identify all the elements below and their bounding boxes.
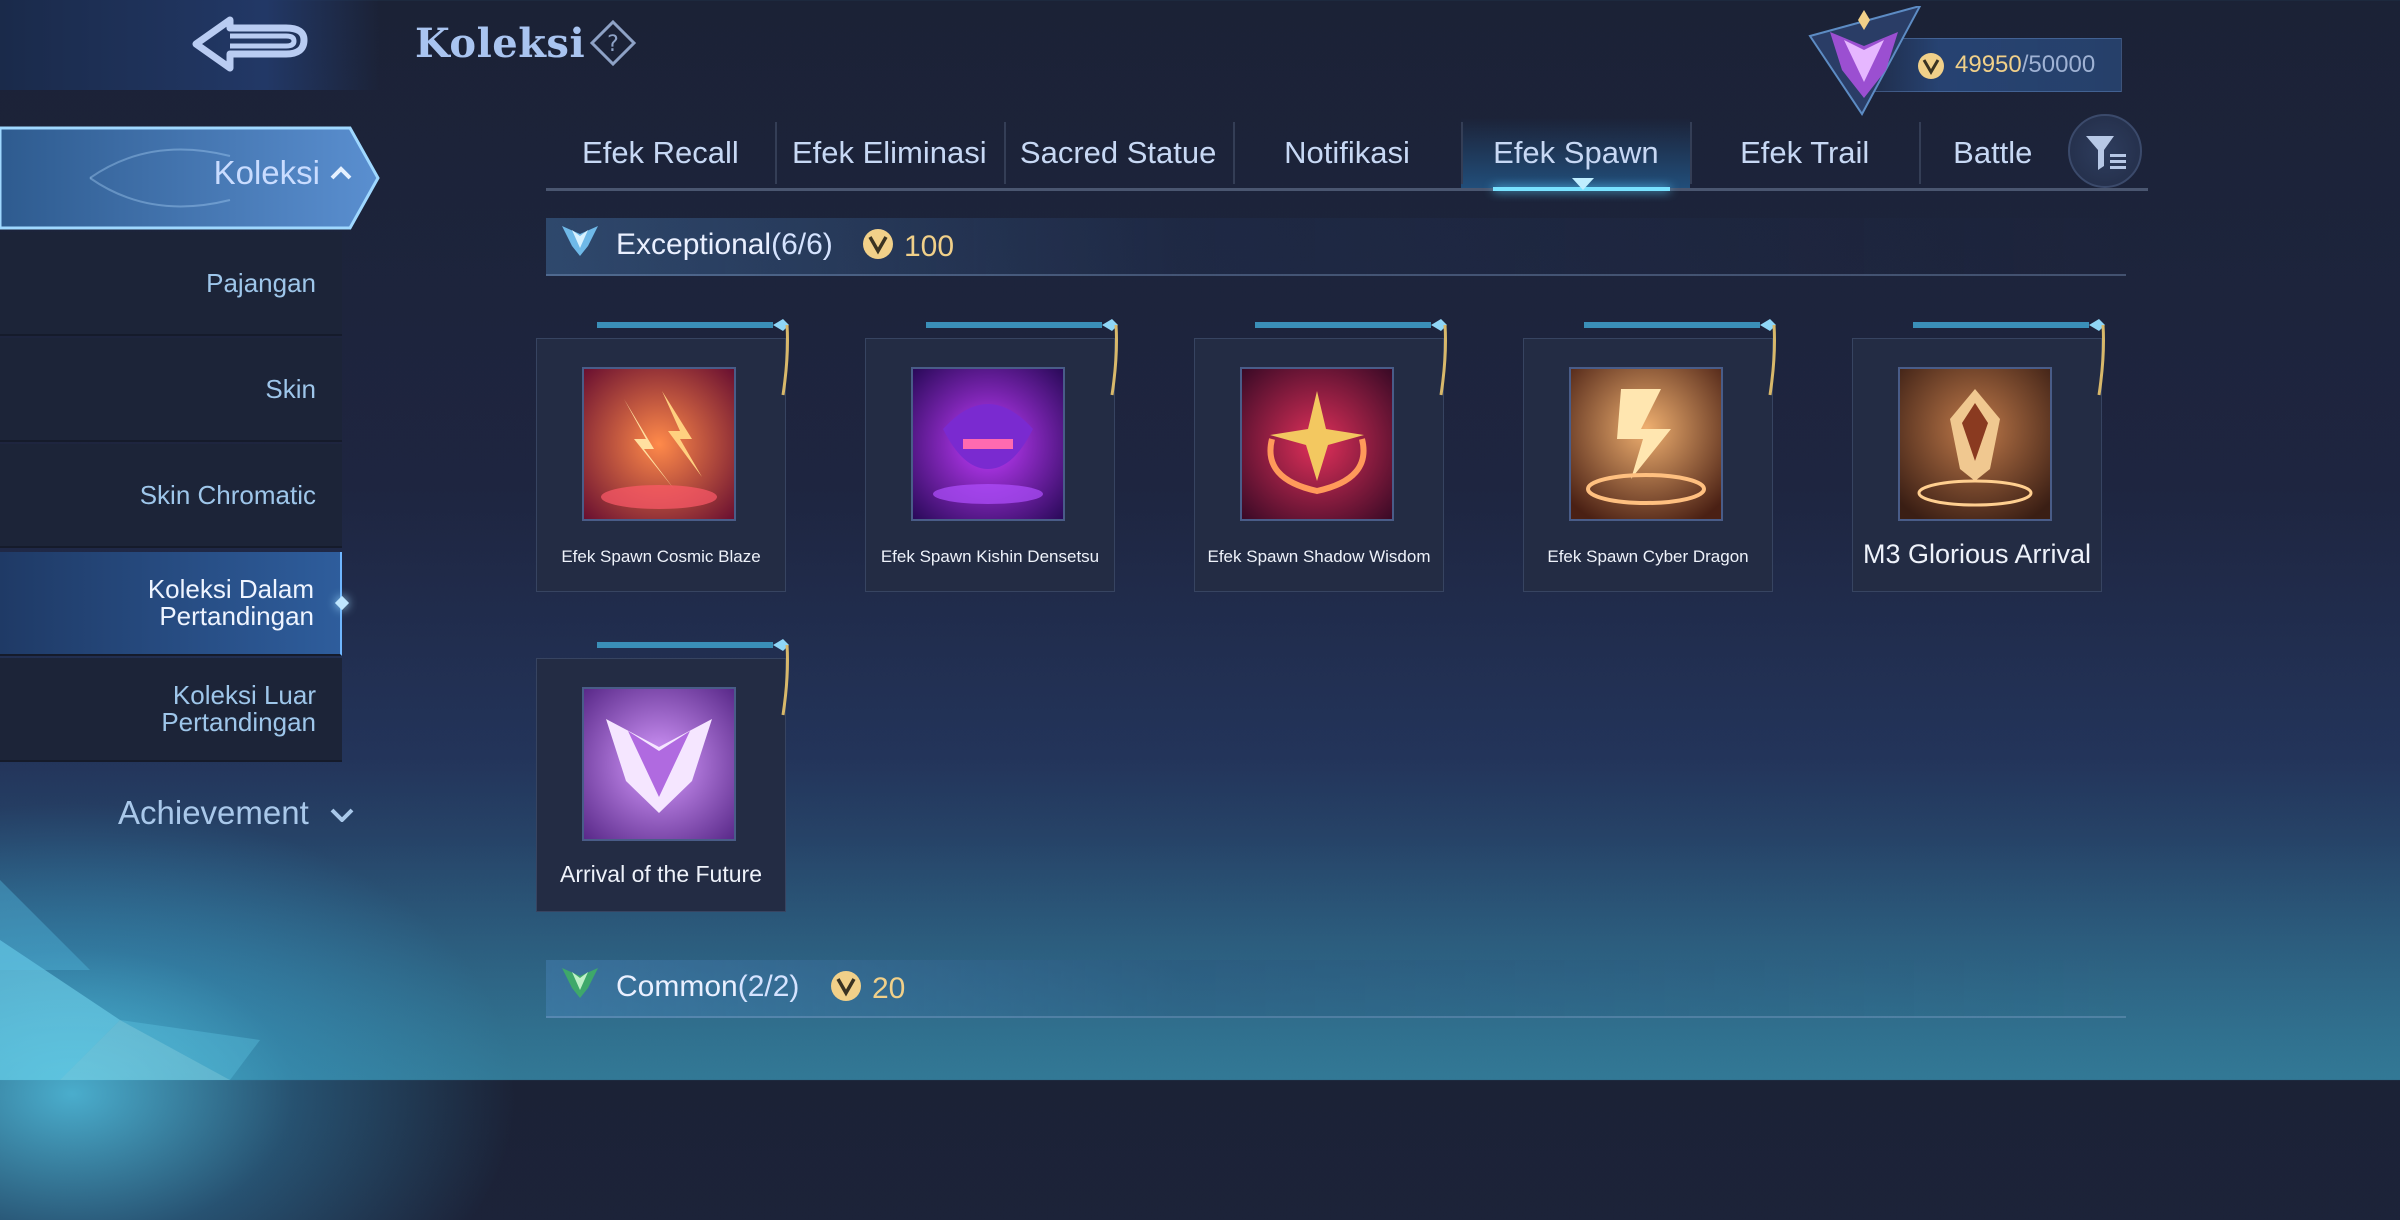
chevron-up-icon	[330, 166, 352, 180]
kishin-densetsu-image	[913, 369, 1063, 519]
sidebar-item-pajangan[interactable]: Pajangan	[0, 232, 342, 336]
chevron-down-icon	[330, 808, 354, 822]
sidebar-item-koleksi-dalam-pertandingan[interactable]: Koleksi Dalam Pertandingan	[0, 552, 350, 656]
collection-item-card[interactable]: Efek Spawn Cosmic Blaze	[536, 319, 789, 592]
item-name: Efek Spawn Cyber Dragon	[1547, 547, 1749, 566]
category-tabs: Efek Recall Efek Eliminasi Sacred Statue…	[546, 118, 2148, 191]
help-icon[interactable]: ?	[590, 20, 636, 66]
item-thumbnail	[911, 367, 1065, 521]
points-max: 50000	[2028, 51, 2096, 78]
item-name: Efek Spawn Cosmic Blaze	[561, 547, 761, 566]
selection-indicator	[334, 595, 350, 611]
collection-coin-icon	[831, 971, 861, 1001]
collection-item-card[interactable]: Efek Spawn Kishin Densetsu	[865, 319, 1118, 592]
collector-rank-emblem-icon	[1808, 6, 1922, 116]
item-thumbnail	[1240, 367, 1394, 521]
section-title-text: Common	[616, 970, 738, 1003]
collection-item-card[interactable]: M3 Glorious Arrival	[1852, 319, 2105, 592]
tab-efek-recall[interactable]: Efek Recall	[546, 118, 775, 188]
exceptional-rank-icon	[562, 226, 598, 256]
svg-text:?: ?	[607, 32, 619, 57]
shadow-wisdom-image	[1242, 369, 1392, 519]
section-title: Exceptional(6/6)	[616, 228, 833, 262]
item-thumbnail	[1569, 367, 1723, 521]
section-common: Common(2/2) 20	[546, 960, 2126, 1018]
collection-item-card[interactable]: Arrival of the Future	[536, 639, 789, 912]
sidebar-item-koleksi-luar-pertandingan[interactable]: Koleksi Luar Pertandingan	[0, 658, 342, 762]
sidebar-item-skin[interactable]: Skin	[0, 338, 342, 442]
section-exceptional: Exceptional(6/6) 100	[546, 218, 2126, 276]
item-name: Arrival of the Future	[560, 861, 762, 887]
collection-coin-icon	[863, 229, 893, 259]
back-arrow-icon[interactable]	[190, 10, 320, 80]
filter-icon[interactable]	[2068, 114, 2142, 188]
tab-notifikasi[interactable]: Notifikasi	[1232, 118, 1462, 188]
cyber-dragon-image	[1571, 369, 1721, 519]
sidebar-item-achievement[interactable]: Achievement	[118, 794, 309, 832]
sidebar-item-label: Koleksi Luar Pertandingan	[161, 680, 316, 737]
collection-item-card[interactable]: Efek Spawn Cyber Dragon	[1523, 319, 1776, 592]
sidebar-item-skin-chromatic[interactable]: Skin Chromatic	[0, 444, 342, 548]
m3-glorious-arrival-image	[1900, 369, 2050, 519]
section-title: Common(2/2)	[616, 970, 799, 1004]
section-count: (2/2)	[737, 970, 800, 1003]
item-thumbnail	[1898, 367, 2052, 521]
background-crystal-decoration	[0, 880, 260, 1080]
sidebar-item-koleksi[interactable]	[0, 126, 380, 230]
section-points: 100	[904, 230, 955, 263]
arrival-of-the-future-image	[584, 689, 734, 839]
section-count: (6/6)	[771, 228, 833, 261]
section-title-text: Exceptional	[616, 228, 772, 261]
sidebar-item-label: Skin	[265, 373, 316, 404]
sidebar-item-label: Koleksi Dalam Pertandingan	[147, 574, 314, 631]
background-glow	[0, 800, 520, 1220]
sidebar-active-label: Koleksi	[213, 154, 320, 191]
cosmic-blaze-image	[584, 369, 734, 519]
points-current: 49950	[1955, 51, 2022, 78]
sidebar-item-label: Skin Chromatic	[139, 479, 316, 510]
page-title: Koleksi	[415, 20, 586, 67]
item-name: Efek Spawn Shadow Wisdom	[1207, 547, 1431, 566]
points-separator: /	[2021, 51, 2029, 78]
common-rank-icon	[562, 968, 598, 998]
active-tab-indicator-icon	[1572, 178, 1594, 190]
item-thumbnail	[582, 687, 736, 841]
item-name: Efek Spawn Kishin Densetsu	[880, 547, 1100, 566]
tab-efek-trail[interactable]: Efek Trail	[1690, 118, 1919, 188]
tab-efek-eliminasi[interactable]: Efek Eliminasi	[774, 118, 1004, 188]
tab-sacred-statue[interactable]: Sacred Statue	[1003, 118, 1233, 188]
collection-item-card[interactable]: Efek Spawn Shadow Wisdom	[1194, 319, 1447, 592]
sidebar-item-label: Pajangan	[206, 267, 316, 298]
item-thumbnail	[582, 367, 736, 521]
section-points: 20	[872, 972, 906, 1005]
item-name: M3 Glorious Arrival	[1862, 539, 2092, 569]
